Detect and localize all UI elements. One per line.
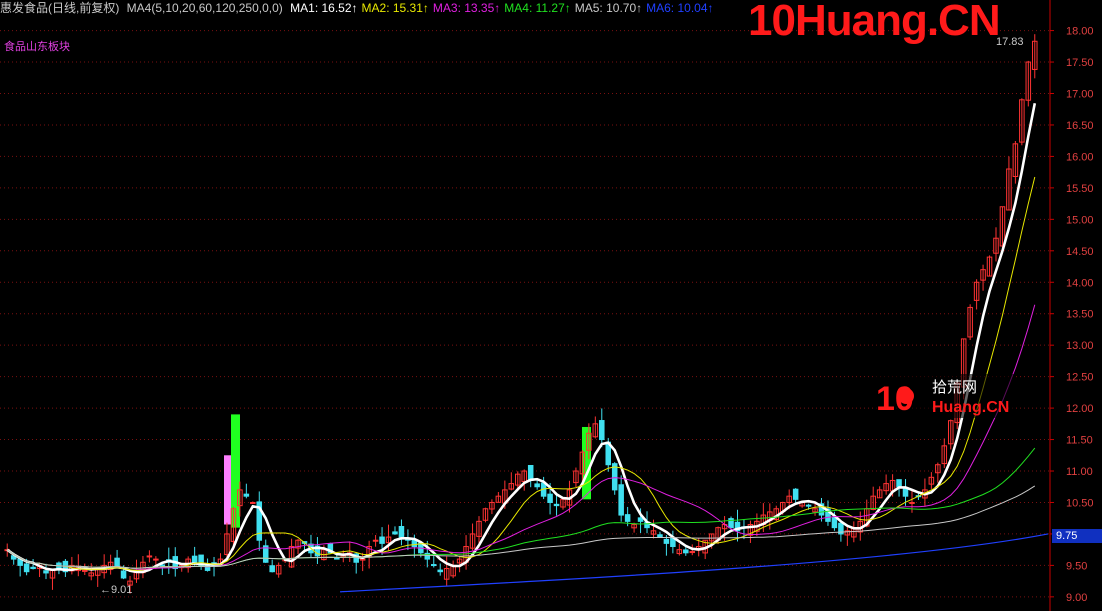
tick-label: 14.00 xyxy=(1066,277,1094,289)
tick-label: 9.50 xyxy=(1066,560,1087,572)
candle-body xyxy=(191,555,198,563)
tick-label: 12.00 xyxy=(1066,403,1094,415)
candle-body xyxy=(146,555,153,558)
candle-body xyxy=(909,501,915,504)
candle-body xyxy=(637,517,644,522)
stock-title[interactable]: 惠发食品(日线,前复权) xyxy=(0,1,119,15)
candle-body xyxy=(663,538,670,544)
candle-body xyxy=(792,488,799,500)
tick-label: 16.00 xyxy=(1066,151,1094,163)
candle-body xyxy=(392,531,398,535)
ma-legend-item: MA6: 10.04↑ xyxy=(646,1,714,15)
candle-body xyxy=(534,483,540,488)
candle-body xyxy=(398,525,405,538)
candle-body xyxy=(437,569,443,573)
ma1-line xyxy=(6,102,1037,574)
ma-legend-item: MA1: 16.52↑ xyxy=(290,1,358,15)
ma-indicator-params[interactable]: MA4(5,10,20,60,120,250,0,0) xyxy=(127,1,283,15)
tick-label: 10.50 xyxy=(1066,497,1094,509)
watermark-badge: 10 拾荒网 Huang.CN xyxy=(874,374,1014,423)
candle-body xyxy=(30,566,36,570)
tick-label: 11.50 xyxy=(1066,435,1093,447)
ma-legend: MA1: 16.52↑ MA2: 15.31↑ MA3: 13.35↑ MA4: 11… xyxy=(290,1,717,15)
tick-label: 17.50 xyxy=(1066,57,1094,69)
candle-body xyxy=(120,570,127,579)
svg-text:Huang.CN: Huang.CN xyxy=(932,399,1009,416)
tick-label: 9.00 xyxy=(1066,592,1087,604)
ma-legend-item: MA3: 13.35↑ xyxy=(432,1,501,15)
sector-label[interactable]: 食品山东板块 xyxy=(4,38,70,54)
candle-body xyxy=(153,558,159,561)
candle-body xyxy=(334,557,340,560)
candle-body xyxy=(379,536,385,544)
chart-header: 惠发食品(日线,前复权) MA4(5,10,20,60,120,250,0,0)… xyxy=(0,0,722,16)
candle-body xyxy=(269,565,275,573)
candle-body xyxy=(372,539,379,542)
tick-label: 13.00 xyxy=(1066,340,1094,352)
candle-body xyxy=(430,564,437,567)
ma-legend-item: MA5: 10.70↑ xyxy=(574,1,643,15)
grid-lines xyxy=(0,30,1050,598)
candle-body xyxy=(243,493,250,497)
tick-label: 18.00 xyxy=(1066,26,1094,38)
price-axis: 9.009.5010.0010.5011.0011.5012.0012.5013… xyxy=(1049,0,1094,611)
svg-text:拾荒网: 拾荒网 xyxy=(932,378,977,396)
ma-legend-item: MA4: 11.27↑ xyxy=(504,1,571,15)
candle-body xyxy=(831,517,838,529)
tick-label: 16.50 xyxy=(1066,120,1094,132)
candle-body xyxy=(82,569,88,572)
watermark-text: 10Huang.CN xyxy=(748,0,1001,45)
candle-body xyxy=(689,551,696,554)
candle-body xyxy=(23,563,30,573)
volume-bars xyxy=(224,414,591,528)
tick-label: 11.00 xyxy=(1066,466,1093,478)
candle-body xyxy=(805,504,812,507)
tick-label: 15.50 xyxy=(1066,183,1094,195)
ma-legend-item: MA2: 15.31↑ xyxy=(361,1,429,15)
high-price-label: 17.83 xyxy=(996,36,1024,48)
volume-bar xyxy=(224,455,231,525)
ma-lines xyxy=(6,102,1049,593)
tick-label: 13.50 xyxy=(1066,309,1094,321)
tick-label: 14.50 xyxy=(1066,246,1094,258)
candle-body xyxy=(624,514,631,522)
tick-label: 12.50 xyxy=(1066,372,1094,384)
low-price-label: ←9.01 xyxy=(100,584,133,596)
candle-body xyxy=(43,570,49,574)
candle-body xyxy=(250,501,256,504)
candle-body xyxy=(683,549,689,554)
candlestick-chart: 9.009.5010.0010.5011.0011.5012.0012.5013… xyxy=(0,0,1094,611)
candle-body xyxy=(553,503,560,507)
candle-body xyxy=(359,558,366,561)
candle-body xyxy=(527,464,534,481)
current-price-tag: 9.75 xyxy=(1052,529,1102,543)
watermark-logo: 10Huang.CN xyxy=(748,0,1001,46)
candle-body xyxy=(547,493,553,503)
candle-body xyxy=(896,479,902,488)
tick-label: 17.00 xyxy=(1066,89,1094,101)
tick-label: 15.00 xyxy=(1066,214,1094,226)
candle-body xyxy=(599,420,605,441)
candle-body xyxy=(657,534,663,538)
candle-body xyxy=(114,557,120,568)
candle-body xyxy=(618,484,624,516)
